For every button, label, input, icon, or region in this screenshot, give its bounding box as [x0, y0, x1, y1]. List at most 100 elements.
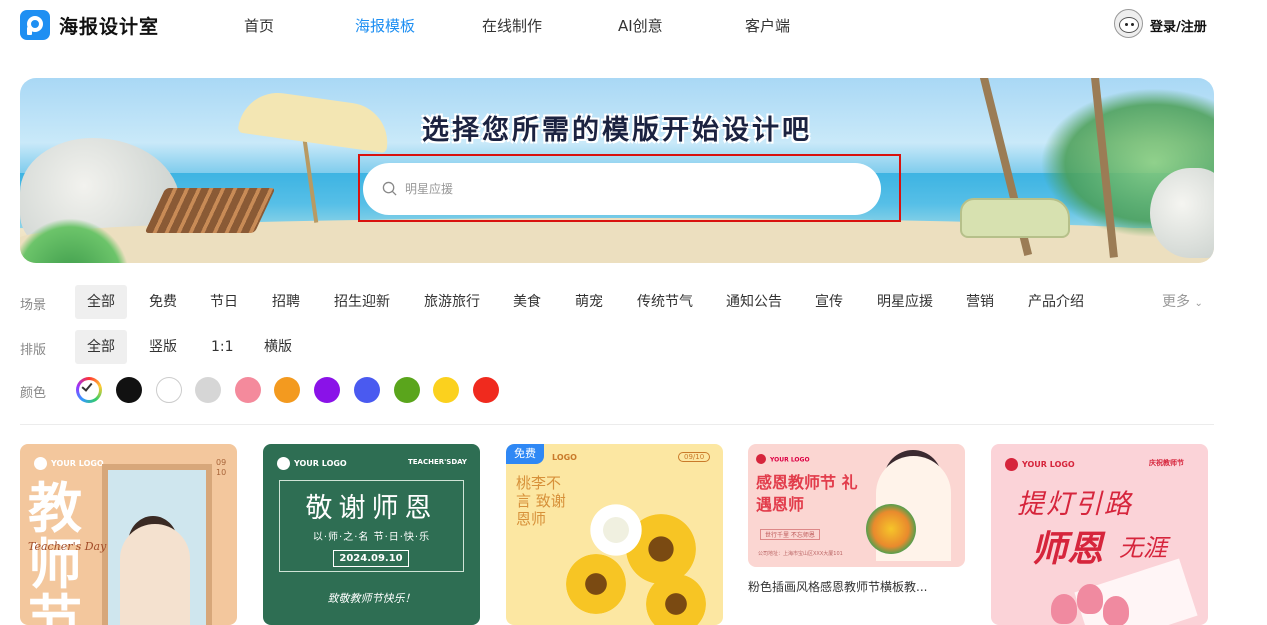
card-slogan: 致敬教师节快乐！ — [327, 592, 416, 605]
scene-chip-recruit[interactable]: 招聘 — [272, 285, 300, 319]
beach-car-illustration — [960, 198, 1070, 238]
color-swatch-red[interactable] — [473, 377, 499, 403]
login-register-link[interactable]: 登录/注册 — [1150, 16, 1207, 35]
search-box[interactable] — [363, 163, 881, 215]
scene-more-button[interactable]: 更多 ⌄ — [1162, 285, 1203, 319]
sunflower-illustration — [566, 554, 626, 614]
nav-client[interactable]: 客户端 — [745, 15, 790, 36]
top-header: 海报设计室 首页 海报模板 在线制作 AI创意 客户端 登录/注册 — [0, 0, 1267, 50]
scene-chip-notice[interactable]: 通知公告 — [726, 285, 782, 319]
card-subtitle: 以·师·之·名 节·日·快·乐 — [312, 532, 431, 543]
search-icon[interactable] — [382, 181, 397, 196]
scene-filter-row: 场景 全部 免费 节日 招聘 招生迎新 旅游旅行 美食 萌宠 传统节气 通知公告… — [0, 285, 1267, 319]
card-title-line1: 提灯引路 — [1017, 489, 1133, 520]
card-script: Teacher's Day — [28, 540, 107, 553]
nav-poster-templates[interactable]: 海报模板 — [355, 15, 415, 36]
nav-home[interactable]: 首页 — [244, 15, 274, 36]
color-swatch-purple[interactable] — [314, 377, 340, 403]
card-tag: 世行千里 不忘师恩 — [760, 529, 820, 540]
card-title-line3: 无涯 — [1119, 534, 1167, 562]
card-address: 公司地址：上海市宝山区XXX大厦101 — [758, 551, 843, 557]
tulip-illustration — [1051, 594, 1077, 624]
card-corner-text: 庆祝教师节 — [1149, 459, 1184, 467]
layout-chip-all[interactable]: 全部 — [75, 330, 127, 364]
card-date: 2024.09.10 — [333, 550, 409, 567]
color-swatch-pink[interactable] — [235, 377, 261, 403]
color-swatch-blue[interactable] — [354, 377, 380, 403]
scene-chip-festival[interactable]: 节日 — [210, 285, 238, 319]
color-swatch-gray[interactable] — [195, 377, 221, 403]
card-title: 感恩教师节 礼遇恩师 — [756, 473, 858, 514]
logo-dot-icon — [756, 454, 766, 464]
layout-chip-vertical[interactable]: 竖版 — [149, 330, 177, 364]
scene-chip-promo[interactable]: 宣传 — [815, 285, 843, 319]
card-vertical-text: 桃李不言 致谢恩师 — [516, 474, 566, 528]
template-card[interactable]: 桃李不言 致谢恩师 LOGO 09/10 免费 — [506, 444, 723, 625]
card-title-line2: 师恩 — [1031, 528, 1104, 570]
card-corner-text: TEACHER'SDAY — [408, 458, 467, 466]
scene-chip-food[interactable]: 美食 — [513, 285, 541, 319]
card-title: 敬谢师恩 — [305, 493, 438, 524]
card-date-tag: 09/10 — [678, 452, 711, 462]
card-logo-text: YOUR LOGO — [294, 459, 347, 468]
search-banner: 选择您所需的模版开始设计吧 — [20, 78, 1214, 263]
scene-chip-free[interactable]: 免费 — [149, 285, 177, 319]
nav-online-make[interactable]: 在线制作 — [482, 15, 542, 36]
layout-chip-square[interactable]: 1:1 — [211, 330, 234, 364]
banner-leaves-left — [20, 218, 130, 263]
beach-chair-illustration — [144, 188, 276, 233]
tulip-illustration — [1103, 596, 1129, 625]
brand-name[interactable]: 海报设计室 — [59, 12, 159, 39]
sunflower-illustration — [646, 574, 706, 625]
search-input[interactable] — [405, 163, 865, 215]
layout-label: 排版 — [20, 343, 47, 358]
layout-chip-horizontal[interactable]: 横版 — [264, 330, 292, 364]
scene-chip-celebrity[interactable]: 明星应援 — [877, 285, 933, 319]
card-logo-text: YOUR LOGO — [1022, 460, 1075, 469]
color-label: 颜色 — [20, 386, 47, 401]
card-logo-text: YOUR LOGO — [51, 459, 104, 468]
chevron-down-icon: ⌄ — [1194, 298, 1203, 309]
template-card[interactable]: YOUR LOGO 庆祝教师节 提灯引路 师恩 无涯 — [991, 444, 1208, 625]
girl-illustration — [120, 524, 190, 625]
color-swatch-yellow[interactable] — [433, 377, 459, 403]
color-swatch-orange[interactable] — [274, 377, 300, 403]
template-card[interactable]: YOUR LOGO 感恩教师节 礼遇恩师 世行千里 不忘师恩 公司地址：上海市宝… — [748, 444, 965, 567]
scene-chip-product[interactable]: 产品介绍 — [1028, 285, 1084, 319]
scene-chip-enroll[interactable]: 招生迎新 — [334, 285, 390, 319]
logo-dot-icon — [1005, 458, 1018, 471]
lily-illustration — [586, 500, 646, 560]
color-swatch-black[interactable] — [116, 377, 142, 403]
card-logo: YOUR LOGO — [756, 454, 810, 464]
filter-divider — [20, 424, 1214, 425]
card-logo: YOUR LOGO — [34, 457, 104, 470]
bouquet-illustration — [866, 504, 916, 554]
card-caption[interactable]: 粉色插画风格感恩教师节横板教... — [748, 578, 927, 595]
template-card[interactable]: YOUR LOGO 教师节 Teacher's Day 09 10 — [20, 444, 237, 625]
scene-chip-pets[interactable]: 萌宠 — [575, 285, 603, 319]
card-side-date: 09 10 — [216, 458, 227, 477]
cat-avatar-icon[interactable] — [1114, 9, 1143, 38]
card-logo: YOUR LOGO — [1005, 458, 1075, 471]
tulip-illustration — [1077, 584, 1103, 614]
poster-logo-icon[interactable] — [20, 10, 50, 40]
layout-filter-row: 排版 全部 竖版 1:1 横版 — [0, 330, 400, 364]
scene-chip-solar-terms[interactable]: 传统节气 — [637, 285, 693, 319]
more-label: 更多 — [1162, 294, 1190, 310]
logo-dot-icon — [277, 457, 290, 470]
free-badge: 免费 — [506, 444, 544, 464]
logo-dot-icon — [34, 457, 47, 470]
color-swatch-all[interactable] — [76, 377, 102, 403]
scene-label: 场景 — [20, 298, 47, 313]
nav-ai-creative[interactable]: AI创意 — [618, 15, 663, 36]
color-swatch-white[interactable] — [156, 377, 182, 403]
card-logo-text: LOGO — [552, 453, 577, 462]
scene-chip-marketing[interactable]: 营销 — [966, 285, 994, 319]
template-card[interactable]: YOUR LOGO TEACHER'SDAY 敬谢师恩 以·师·之·名 节·日·… — [263, 444, 480, 625]
color-swatch-green[interactable] — [394, 377, 420, 403]
scene-chip-all[interactable]: 全部 — [75, 285, 127, 319]
card-logo: YOUR LOGO — [277, 457, 347, 470]
scene-chip-travel[interactable]: 旅游旅行 — [424, 285, 480, 319]
banner-title: 选择您所需的模版开始设计吧 — [422, 115, 812, 146]
card-logo-text: YOUR LOGO — [770, 456, 810, 464]
